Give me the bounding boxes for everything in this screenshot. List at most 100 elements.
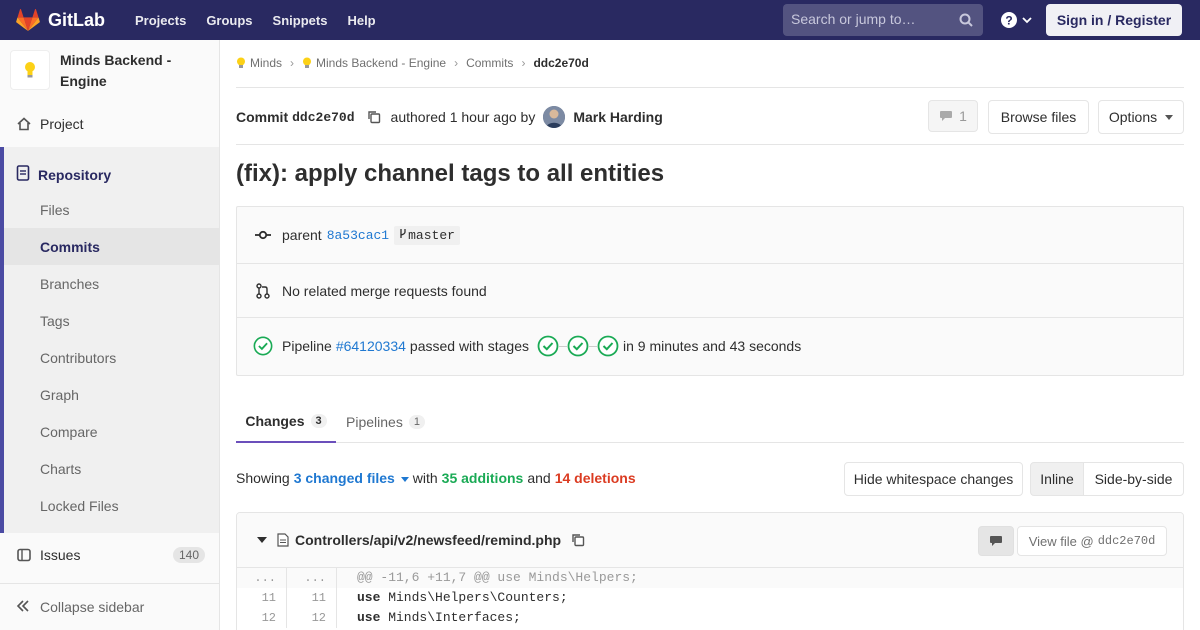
- stage-success-icon[interactable]: [597, 335, 619, 357]
- branch-badge[interactable]: master: [394, 225, 460, 245]
- divider: [237, 317, 1183, 318]
- search-input[interactable]: Search or jump to…: [783, 4, 983, 36]
- chevron-down-icon: [1022, 17, 1032, 24]
- options-dropdown[interactable]: Options: [1098, 100, 1184, 134]
- commit-info-box: parent 8a53cac1 master No related merge …: [236, 206, 1184, 376]
- view-file-sha: ddc2e70d: [1097, 534, 1156, 548]
- sidebar-sub-contributors[interactable]: Contributors: [4, 339, 219, 376]
- sidebar-sub-branches[interactable]: Branches: [4, 265, 219, 302]
- stage-success-icon[interactable]: [567, 335, 589, 357]
- project-header[interactable]: Minds Backend - Engine: [0, 40, 219, 102]
- comments-button[interactable]: 1: [928, 100, 978, 132]
- sidebar-item-label: Project: [40, 116, 84, 132]
- tab-label: Changes: [245, 412, 305, 429]
- authored-text: authored 1 hour ago by: [390, 109, 536, 125]
- sidebar-item-project[interactable]: Project: [0, 113, 219, 135]
- commit-header: Commit ddc2e70d authored 1 hour ago by M…: [236, 106, 667, 128]
- help-dropdown[interactable]: ?: [1001, 12, 1032, 28]
- nav-help[interactable]: Help: [347, 13, 375, 28]
- lightbulb-icon: [25, 62, 35, 78]
- collapse-caret-icon[interactable]: [257, 537, 267, 543]
- breadcrumb-project[interactable]: Minds Backend - Engine: [316, 56, 446, 70]
- diff-file-header: Controllers/api/v2/newsfeed/remind.php V…: [237, 513, 1183, 568]
- nav-groups[interactable]: Groups: [206, 13, 252, 28]
- copy-icon[interactable]: [367, 110, 381, 124]
- lightbulb-icon: [303, 57, 312, 68]
- sidebar-sub-tags[interactable]: Tags: [4, 302, 219, 339]
- pipeline-duration: in 9 minutes and 43 seconds: [622, 338, 802, 354]
- sidebar-item-repository[interactable]: Repository: [4, 165, 111, 184]
- hide-whitespace-button[interactable]: Hide whitespace changes: [844, 462, 1023, 496]
- parent-sha-link[interactable]: 8a53cac1: [327, 228, 389, 243]
- tab-pipelines[interactable]: Pipelines 1: [346, 400, 425, 443]
- search-placeholder: Search or jump to…: [791, 11, 916, 27]
- old-line-number: ...: [237, 568, 287, 588]
- breadcrumb-minds[interactable]: Minds: [250, 56, 282, 70]
- divider: [236, 87, 1184, 88]
- repository-section: Repository Files Commits Branches Tags C…: [0, 147, 219, 533]
- sidebar-sub-graph[interactable]: Graph: [4, 376, 219, 413]
- breadcrumb: Minds › Minds Backend - Engine › Commits…: [236, 56, 589, 70]
- branch-name: master: [408, 227, 455, 243]
- new-line-number[interactable]: 11: [287, 588, 337, 608]
- old-line-number[interactable]: 12: [237, 608, 287, 628]
- commit-tabs: Changes 3 Pipelines 1: [236, 400, 1184, 443]
- new-line-number: ...: [287, 568, 337, 588]
- options-label: Options: [1108, 109, 1158, 125]
- chevron-right-icon: ›: [521, 56, 526, 70]
- sidebar-sub-compare[interactable]: Compare: [4, 413, 219, 450]
- sidebar-sub-files[interactable]: Files: [4, 191, 219, 228]
- issues-count-badge: 140: [172, 547, 205, 563]
- browse-files-button[interactable]: Browse files: [988, 100, 1089, 134]
- gitlab-tanuki-icon: [16, 9, 40, 31]
- home-icon: [17, 117, 31, 131]
- inline-view-button[interactable]: Inline: [1030, 462, 1084, 496]
- caret-down-icon: [400, 476, 409, 482]
- copy-icon[interactable]: [571, 533, 585, 547]
- diff-file: Controllers/api/v2/newsfeed/remind.php V…: [236, 512, 1184, 630]
- toggle-comments-button[interactable]: [978, 526, 1014, 556]
- breadcrumb-commits[interactable]: Commits: [466, 56, 513, 70]
- repository-doc-icon: [16, 165, 30, 181]
- sidebar-sub-charts[interactable]: Charts: [4, 450, 219, 487]
- avatar[interactable]: [543, 106, 566, 128]
- gitlab-logo[interactable]: GitLab: [16, 9, 105, 31]
- side-by-side-button[interactable]: Side-by-side: [1083, 462, 1184, 496]
- new-line-number[interactable]: 12: [287, 608, 337, 628]
- code-keyword: use: [357, 590, 381, 605]
- pipeline-link[interactable]: #64120334: [336, 338, 406, 354]
- old-line-number[interactable]: 11: [237, 588, 287, 608]
- sidebar-item-label: Repository: [38, 166, 112, 183]
- stage-success-icon[interactable]: [537, 335, 559, 357]
- sign-in-button[interactable]: Sign in / Register: [1046, 4, 1182, 36]
- view-file-button[interactable]: View file @ ddc2e70d: [1017, 526, 1167, 556]
- issues-icon: [17, 548, 31, 562]
- commit-title: (fix): apply channel tags to all entitie…: [236, 160, 665, 187]
- view-file-label: View file @: [1028, 533, 1094, 549]
- caret-down-icon: [1165, 114, 1174, 120]
- divider: [236, 144, 1184, 145]
- commit-icon: [255, 230, 271, 240]
- search-icon: [959, 13, 973, 27]
- collapse-sidebar-button[interactable]: Collapse sidebar: [0, 583, 219, 630]
- merge-requests-row: No related merge requests found: [237, 277, 1183, 305]
- showing-text: Showing: [236, 470, 290, 486]
- nav-snippets[interactable]: Snippets: [273, 13, 328, 28]
- changed-files-dropdown[interactable]: 3 changed files: [294, 470, 409, 486]
- sidebar-sub-locked-files[interactable]: Locked Files: [4, 487, 219, 524]
- chevron-right-icon: ›: [290, 56, 295, 70]
- diff-code: @@ -11,6 +11,7 @@ use Minds\Helpers;: [357, 570, 638, 585]
- author-name[interactable]: Mark Harding: [573, 109, 662, 125]
- status-success-icon[interactable]: [253, 335, 273, 357]
- comments-count: 1: [959, 108, 967, 124]
- breadcrumb-current[interactable]: ddc2e70d: [533, 56, 588, 70]
- sidebar-sub-commits[interactable]: Commits: [4, 228, 219, 265]
- commit-label: Commit: [236, 109, 289, 125]
- sidebar-item-issues[interactable]: Issues 140: [0, 544, 219, 566]
- tab-changes[interactable]: Changes 3: [236, 400, 336, 443]
- divider: [237, 263, 1183, 264]
- file-path-link[interactable]: Controllers/api/v2/newsfeed/remind.php: [295, 532, 561, 548]
- nav-projects[interactable]: Projects: [135, 13, 186, 28]
- author-photo-icon: [543, 106, 566, 128]
- brand-name: GitLab: [48, 9, 105, 30]
